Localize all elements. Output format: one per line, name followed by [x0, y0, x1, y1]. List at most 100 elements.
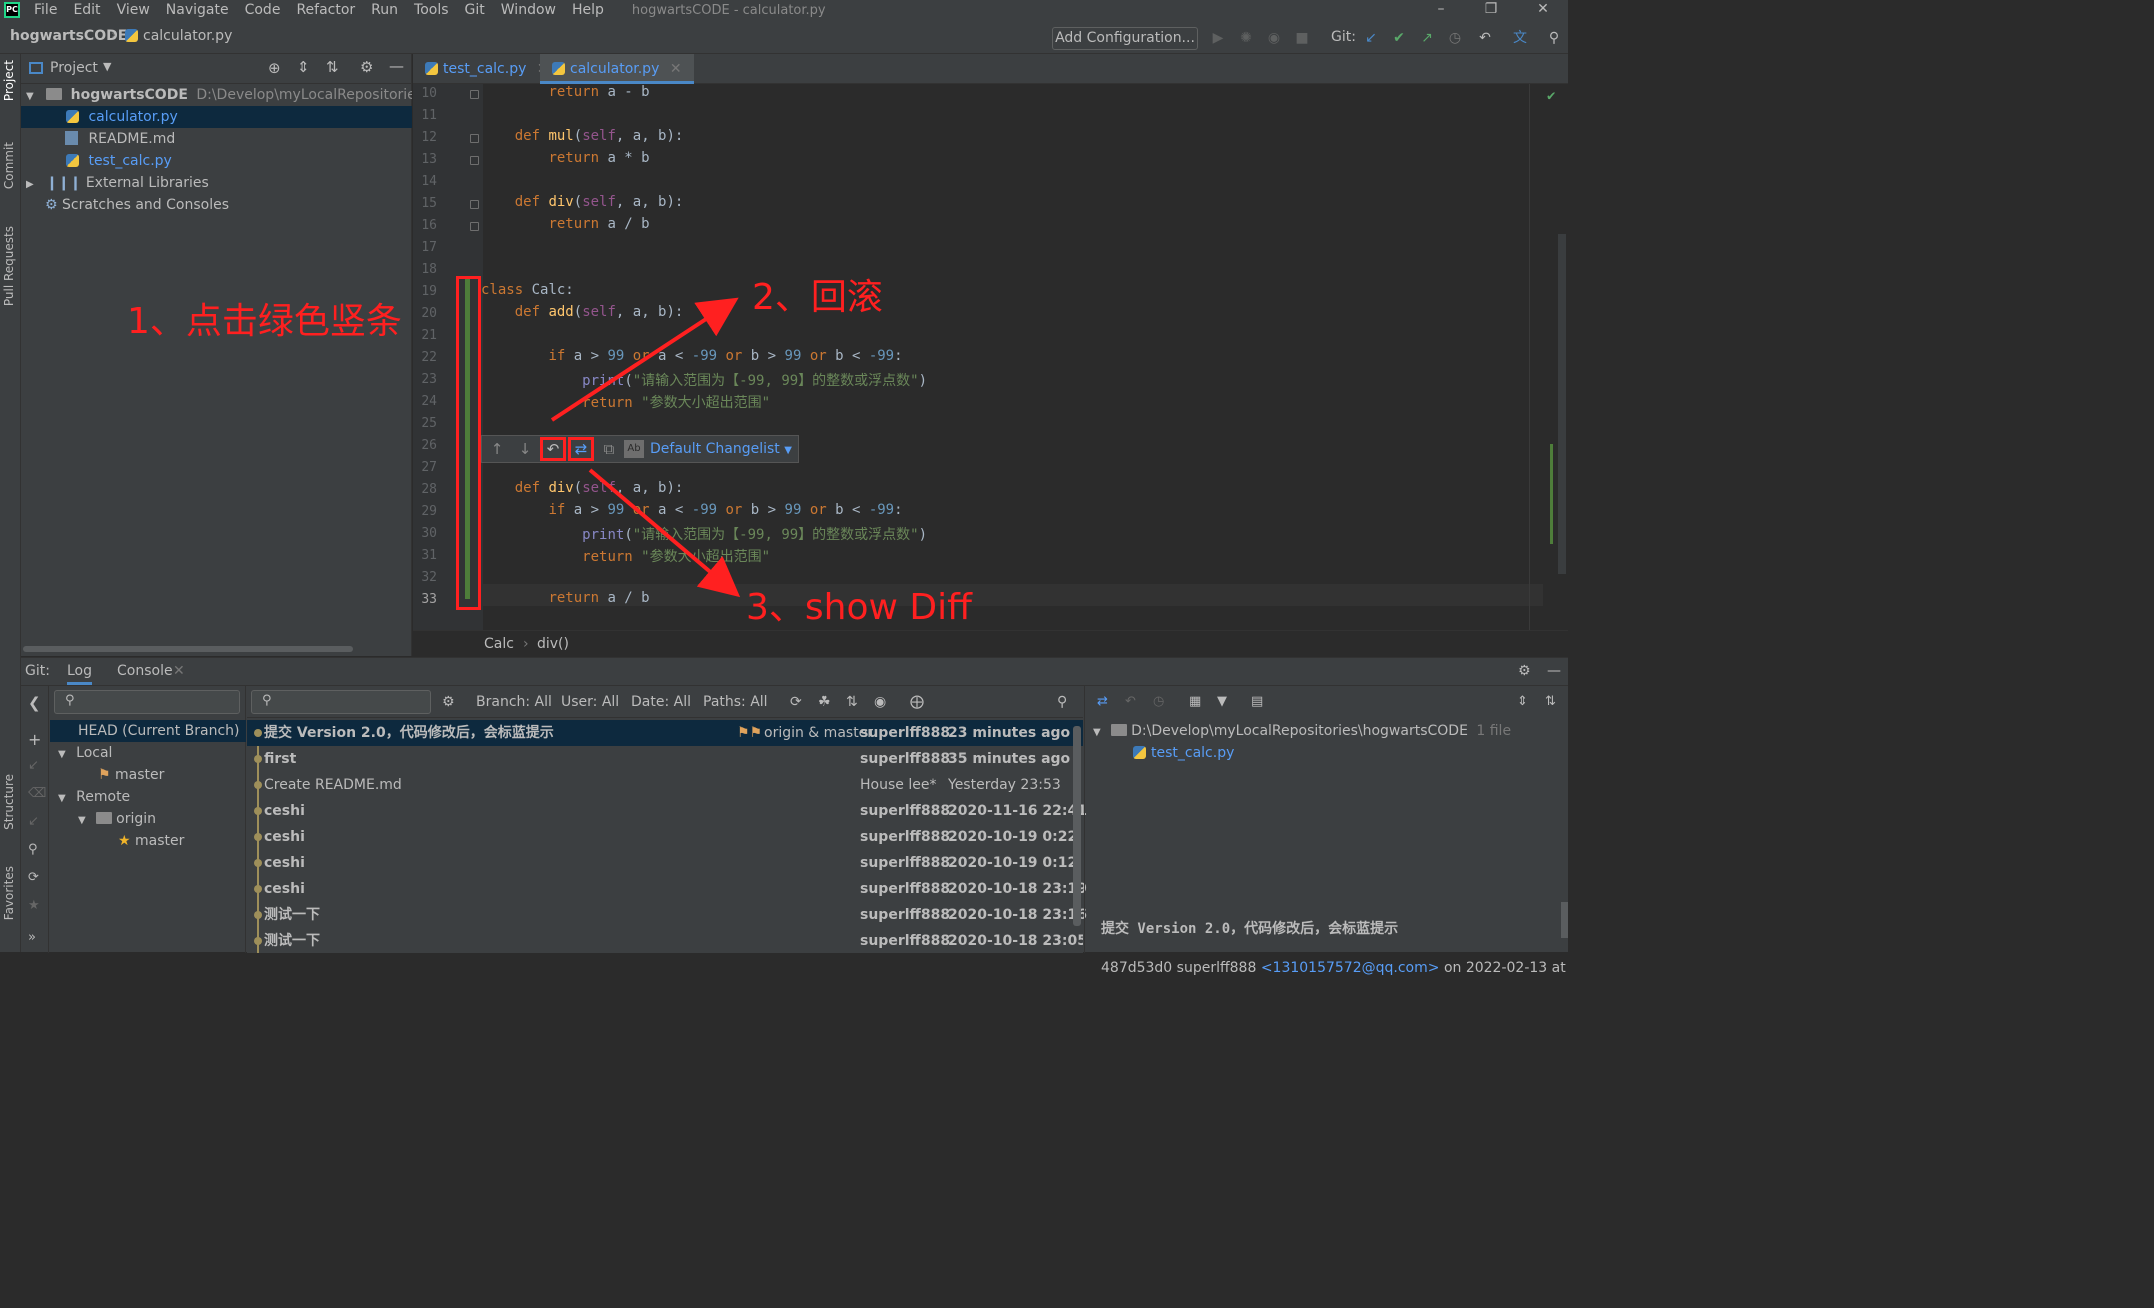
cherry-pick-icon[interactable]: ☘ [818, 694, 831, 710]
annotation-step2: 2、回滚 [752, 277, 883, 318]
search-icon: ⚲ [65, 693, 75, 708]
filter-branch[interactable]: Branch: All [476, 694, 552, 710]
commit-node [254, 885, 262, 893]
add-icon[interactable]: + [28, 730, 41, 749]
commit-node [254, 859, 262, 867]
hide-panel-icon[interactable]: — [1547, 663, 1561, 679]
checkout-icon[interactable]: ↙ [28, 758, 39, 773]
commit-date: 23 minutes ago [948, 725, 1071, 741]
log-row[interactable]: ceshi superlff888 2020-11-16 22:41 [247, 798, 1087, 824]
changed-root-path: D:\Develop\myLocalRepositories\hogwartsC… [1131, 723, 1468, 739]
show-diff-icon[interactable]: ⇄ [1097, 694, 1108, 709]
commit-author: superlff888 [860, 829, 951, 845]
vertical-scrollbar[interactable] [1561, 902, 1568, 938]
annotation-step3: 3、show Diff [746, 587, 972, 628]
git-tool-window: Git: Log Console ✕ ⚙ — ❮ + ↙ ⌫ ↙ ⚲ ⟳ ★ »… [21, 657, 1568, 976]
commit-message: 测试一下 [264, 933, 320, 949]
commit-node [254, 911, 262, 919]
arrow-to-show-diff [588, 468, 741, 598]
rollback-icon[interactable]: ↶ [1125, 694, 1136, 709]
git-panel-label: Git: [25, 663, 50, 679]
chevron-down-icon: ▼ [1093, 727, 1101, 738]
commit-message: 提交 Version 2.0，代码修改后，会标蓝提示 [264, 725, 554, 741]
branches-panel: ⚲ HEAD (Current Branch) ▼ Local ⚑ master… [50, 686, 246, 953]
folder-icon [1111, 724, 1128, 736]
commit-author: superlff888 [860, 933, 951, 949]
branch-group-origin[interactable]: ▼ origin [78, 808, 156, 830]
search-icon[interactable]: ⚲ [28, 842, 38, 857]
eye-icon[interactable]: ◉ [874, 694, 886, 710]
git-panel-tabs: Git: Log Console ✕ ⚙ — [21, 658, 1568, 686]
annotation-step1: 1、点击绿色竖条 [127, 301, 402, 342]
star-icon[interactable]: ★ [28, 898, 40, 913]
folder-icon [96, 812, 113, 824]
log-row[interactable]: Create README.md House lee* Yesterday 23… [247, 772, 1083, 798]
branch-group-remote[interactable]: ▼ Remote [58, 786, 130, 808]
search-icon: ⚲ [262, 693, 272, 708]
commit-author: superlff888 [860, 855, 951, 871]
chevron-left-icon[interactable]: ❮ [28, 694, 41, 712]
arrow-to-rollback [550, 297, 739, 422]
commit-message: ceshi [264, 881, 305, 897]
gear-icon[interactable]: ⚙ [1518, 663, 1531, 679]
log-row[interactable]: ceshi superlff888 2020-10-18 23:19 [247, 876, 1087, 902]
branch-head[interactable]: HEAD (Current Branch) [50, 720, 246, 742]
branch-search-input[interactable]: ⚲ [54, 690, 240, 714]
tab-log[interactable]: Log [67, 663, 93, 685]
branch-group-label: Remote [76, 789, 131, 805]
commit-date: 35 minutes ago [948, 751, 1071, 767]
commit-message: first [264, 751, 297, 767]
filter-user[interactable]: User: All [561, 694, 619, 710]
close-icon[interactable]: ✕ [173, 663, 185, 679]
more-icon[interactable]: » [28, 930, 36, 945]
history-icon[interactable]: ◷ [1153, 694, 1164, 709]
search-icon[interactable]: ⚲ [1057, 694, 1067, 710]
commit-detail-date: on 2022-02-13 at [1443, 960, 1566, 976]
changed-root-folder[interactable]: ▼ D:\Develop\myLocalRepositories\hogwart… [1093, 720, 1511, 742]
commit-refs: origin & master [764, 725, 874, 741]
collapse-all-icon[interactable]: ⇅ [1545, 694, 1556, 709]
log-search-input[interactable]: ⚲ [251, 690, 431, 714]
commit-node [254, 807, 262, 815]
vertical-scrollbar[interactable] [1073, 726, 1081, 926]
commit-date: Yesterday 23:53 [948, 777, 1061, 793]
git-side-toolbar: ❮ + ↙ ⌫ ↙ ⚲ ⟳ ★ » [21, 686, 49, 953]
branch-local-master[interactable]: ⚑ master [98, 764, 164, 786]
group-icon[interactable]: ▦ [1189, 694, 1201, 709]
branch-label: master [115, 767, 165, 783]
delete-icon[interactable]: ⌫ [28, 786, 46, 801]
filter-date[interactable]: Date: All [631, 694, 691, 710]
log-row[interactable]: 提交 Version 2.0，代码修改后，会标蓝提示 ⚑⚑ origin & m… [247, 720, 1083, 746]
commit-detail-meta: 487d53d0 superlff888 <1310157572@qq.com>… [1101, 960, 1566, 976]
gear-icon[interactable]: ⚙ [442, 694, 455, 710]
python-file-icon [1133, 746, 1146, 759]
new-tab-icon[interactable]: ⨁ [910, 694, 924, 710]
sort-icon[interactable]: ⇅ [846, 694, 858, 710]
filter-paths[interactable]: Paths: All [703, 694, 768, 710]
update-icon[interactable]: ↙ [28, 814, 39, 829]
tab-console[interactable]: Console [117, 663, 173, 679]
log-row[interactable]: 测试一下 superlff888 2020-10-18 23:05 [247, 928, 1083, 953]
log-row[interactable]: ceshi superlff888 2020-10-19 0:12 [247, 850, 1083, 876]
commit-email-link[interactable]: <1310157572@qq.com> [1261, 960, 1440, 976]
commit-author: superlff888 [860, 907, 951, 923]
changed-file-label: test_calc.py [1151, 745, 1235, 761]
branch-group-local[interactable]: ▼ Local [58, 742, 112, 764]
layout-icon[interactable]: ▤ [1251, 694, 1263, 709]
commit-hash-author: 487d53d0 superlff888 [1101, 960, 1257, 976]
log-row[interactable]: ceshi superlff888 2020-10-19 0:22 [247, 824, 1083, 850]
log-row[interactable]: first superlff888 35 minutes ago [247, 746, 1083, 772]
log-row[interactable]: 测试一下 superlff888 2020-10-18 23:16 [247, 902, 1087, 928]
commit-node [254, 755, 262, 763]
log-toolbar: ⚲ ⚙ Branch: All User: All Date: All Path… [247, 686, 1083, 718]
branch-origin-master[interactable]: ★ master [118, 830, 184, 852]
commit-message: ceshi [264, 803, 305, 819]
refresh-icon[interactable]: ⟳ [790, 694, 802, 710]
commit-message: ceshi [264, 829, 305, 845]
commit-author: superlff888 [860, 803, 951, 819]
filter-icon[interactable]: ▼ [1217, 694, 1227, 709]
refresh-icon[interactable]: ⟳ [28, 870, 39, 885]
commit-date: 2020-10-19 0:22 [948, 829, 1078, 845]
expand-all-icon[interactable]: ⇕ [1517, 694, 1528, 709]
changed-file[interactable]: test_calc.py [1133, 742, 1234, 764]
